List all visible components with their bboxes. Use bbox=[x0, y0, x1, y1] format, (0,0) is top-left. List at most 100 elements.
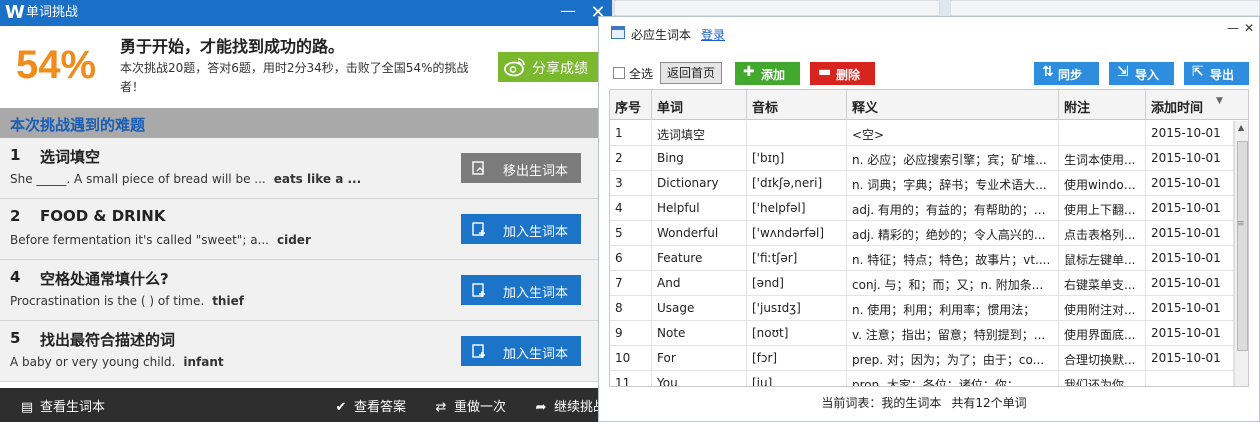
scrollbar-thumb[interactable] bbox=[1237, 141, 1248, 351]
cell-definition: n. 必应；必应搜索引擎；宾；矿堆... bbox=[847, 146, 1059, 171]
cell-word: Dictionary bbox=[652, 171, 747, 196]
item-question: Procrastination is the ( ) of time. bbox=[10, 294, 205, 308]
cell-added-time: 2015-10-01 bbox=[1146, 346, 1234, 371]
cell-definition: <空> bbox=[847, 121, 1059, 146]
cell-phonetic: ['jusɪdʒ] bbox=[747, 296, 847, 321]
item-title: 选词填空 bbox=[40, 148, 101, 166]
wordbook-window: 必应生词本 登录 — ✕ 全选 返回首页 ✚ 添加 ▬ 删除 ⇅ 同步 ⇲ 导入 ⇱ 导出 bbox=[598, 16, 1260, 422]
cell-phonetic: ['fiːtʃər] bbox=[747, 246, 847, 271]
table-row[interactable]: 8 Usage ['jusɪdʒ] n. 使用；利用；利用率；惯用法； 使用附注对...… bbox=[610, 296, 1234, 321]
cell-added-time: 2015-10-01 bbox=[1146, 121, 1234, 146]
column-header-phonetic[interactable]: 音标 bbox=[747, 90, 847, 120]
column-header-index[interactable]: 序号 bbox=[610, 90, 652, 120]
vertical-scrollbar[interactable]: ▲ ≡ bbox=[1234, 121, 1248, 386]
view-wordbook-button[interactable]: ▤ 查看生词本 bbox=[20, 396, 105, 415]
cell-phonetic: ['bɪŋ] bbox=[747, 146, 847, 171]
section-title: 本次挑战遇到的难题 bbox=[10, 116, 146, 134]
table-row[interactable]: 9 Note [noʊt] v. 注意；指出；留意；特别提到；... 使用界面底... 2… bbox=[610, 321, 1234, 346]
cell-word: Usage bbox=[652, 296, 747, 321]
view-answers-label: 查看答案 bbox=[354, 400, 407, 415]
export-button[interactable]: ⇱ 导出 bbox=[1184, 62, 1249, 85]
cell-added-time bbox=[1146, 371, 1234, 386]
share-score-label: 分享成绩 bbox=[532, 61, 588, 77]
table-row[interactable]: 4 Helpful ['helpfəl] adj. 有用的；有益的；有帮助的；... 使… bbox=[610, 196, 1234, 221]
sort-down-icon[interactable]: ▼ bbox=[1216, 96, 1223, 106]
table-row[interactable]: 6 Feature ['fiːtʃər] n. 特征；特点；特色；故事片；vt....… bbox=[610, 246, 1234, 271]
cell-added-time: 2015-10-01 bbox=[1146, 246, 1234, 271]
cell-note: 使用界面底... bbox=[1059, 321, 1146, 346]
cell-index: 11 bbox=[610, 371, 652, 386]
cell-definition: adj. 精彩的；绝妙的；令人高兴的... bbox=[847, 221, 1059, 246]
add-label: 添加 bbox=[761, 68, 786, 82]
share-score-button[interactable]: 分享成绩 bbox=[498, 52, 598, 82]
word-challenge-window: W 单词挑战 — ✕ 54% 勇于开始，才能找到成功的路。 本次挑战20题，答对… bbox=[0, 0, 612, 422]
list-item: 5 找出最符合描述的词 A baby or very young child. i… bbox=[0, 321, 598, 382]
table-row[interactable]: 11 You [ju] pron. 大家；各位；诸位；你； 我们还为你... bbox=[610, 371, 1234, 386]
minimize-button[interactable]: — bbox=[555, 0, 581, 26]
column-header-definition[interactable]: 释义 bbox=[847, 90, 1059, 120]
table-row[interactable]: 10 For [fɔr] prep. 对；因为；为了；由于；co... 合理切换默...… bbox=[610, 346, 1234, 371]
cell-note: 使用上下翻... bbox=[1059, 196, 1146, 221]
table-row[interactable]: 5 Wonderful ['wʌndərfəl] adj. 精彩的；绝妙的；令人高兴的… bbox=[610, 221, 1234, 246]
view-wordbook-label: 查看生词本 bbox=[40, 400, 106, 415]
item-number: 2 bbox=[10, 207, 21, 225]
item-answer: cider bbox=[276, 233, 311, 247]
sync-icon: ⇅ bbox=[1042, 64, 1054, 80]
delete-label: 删除 bbox=[836, 68, 861, 82]
item-question: She _____. A small piece of bread will b… bbox=[10, 172, 266, 186]
column-header-note[interactable]: 附注 bbox=[1059, 90, 1146, 120]
cell-phonetic: ['dɪkʃə,neri] bbox=[747, 171, 847, 196]
check-icon: ✔ bbox=[335, 400, 347, 415]
item-number: 1 bbox=[10, 146, 21, 164]
view-answers-button[interactable]: ✔ 查看答案 bbox=[334, 396, 406, 415]
table-row[interactable]: 1 选词填空 <空> 2015-10-01 bbox=[610, 121, 1234, 146]
sync-button[interactable]: ⇅ 同步 bbox=[1034, 62, 1099, 85]
cell-note: 点击表格列... bbox=[1059, 221, 1146, 246]
list-item: 2 FOOD & DRINK Before fermentation it's … bbox=[0, 199, 598, 260]
import-button[interactable]: ⇲ 导入 bbox=[1109, 62, 1174, 85]
title-bar: 必应生词本 登录 — ✕ bbox=[599, 17, 1259, 47]
cell-word: For bbox=[652, 346, 747, 371]
login-link[interactable]: 登录 bbox=[701, 26, 725, 43]
continue-challenge-button[interactable]: ➦ 继续挑战 bbox=[534, 396, 606, 415]
remove-from-book-icon bbox=[472, 161, 485, 175]
item-description: A baby or very young child. infant bbox=[10, 355, 224, 369]
import-label: 导入 bbox=[1135, 68, 1160, 82]
cell-added-time: 2015-10-01 bbox=[1146, 146, 1234, 171]
button-label: 移出生词本 bbox=[503, 164, 569, 179]
status-bar: 当前词表：我的生词本 共有12个单词 bbox=[599, 394, 1259, 411]
cell-note: 使用window... bbox=[1059, 171, 1146, 196]
redo-button[interactable]: ⇄ 重做一次 bbox=[434, 396, 506, 415]
cell-word: Bing bbox=[652, 146, 747, 171]
cell-note: 生词本使用... bbox=[1059, 146, 1146, 171]
item-number: 4 bbox=[10, 268, 21, 286]
table-row[interactable]: 3 Dictionary ['dɪkʃə,neri] n. 词典；字典；辞书；专业术语… bbox=[610, 171, 1234, 196]
cell-index: 7 bbox=[610, 271, 652, 296]
scroll-up-icon[interactable]: ▲ bbox=[1238, 123, 1244, 132]
close-button[interactable]: ✕ bbox=[1244, 21, 1258, 35]
remove-from-wordbook-button[interactable]: 移出生词本 bbox=[461, 153, 581, 183]
column-header-added-time[interactable]: 添加时间 bbox=[1146, 90, 1248, 120]
table-row[interactable]: 7 And [ənd] conj. 与；和；而；又；n. 附加条... 右键菜单支...… bbox=[610, 271, 1234, 296]
add-button[interactable]: ✚ 添加 bbox=[735, 62, 800, 85]
cell-added-time: 2015-10-01 bbox=[1146, 171, 1234, 196]
delete-button[interactable]: ▬ 删除 bbox=[810, 62, 875, 85]
item-description: Procrastination is the ( ) of time. thief bbox=[10, 294, 244, 308]
add-to-wordbook-button[interactable]: 加入生词本 bbox=[461, 336, 581, 366]
column-header-word[interactable]: 单词 bbox=[652, 90, 747, 120]
select-all-checkbox[interactable] bbox=[613, 67, 625, 79]
cell-index: 4 bbox=[610, 196, 652, 221]
add-to-wordbook-button[interactable]: 加入生词本 bbox=[461, 275, 581, 305]
cell-word: Helpful bbox=[652, 196, 747, 221]
table-row[interactable]: 2 Bing ['bɪŋ] n. 必应；必应搜索引擎；宾；矿堆... 生词本使用... 2… bbox=[610, 146, 1234, 171]
minimize-button[interactable]: — bbox=[1227, 21, 1241, 35]
bottom-toolbar: ▤ 查看生词本 ✔ 查看答案 ⇄ 重做一次 ➦ 继续挑战 bbox=[0, 388, 612, 422]
export-icon: ⇱ bbox=[1192, 64, 1204, 80]
cell-index: 1 bbox=[610, 121, 652, 146]
back-home-button[interactable]: 返回首页 bbox=[660, 62, 722, 84]
cell-phonetic: [ənd] bbox=[747, 271, 847, 296]
window-title: 单词挑战 bbox=[26, 5, 79, 20]
cell-definition: adj. 有用的；有益的；有帮助的；... bbox=[847, 196, 1059, 221]
add-to-wordbook-button[interactable]: 加入生词本 bbox=[461, 214, 581, 244]
cell-index: 5 bbox=[610, 221, 652, 246]
